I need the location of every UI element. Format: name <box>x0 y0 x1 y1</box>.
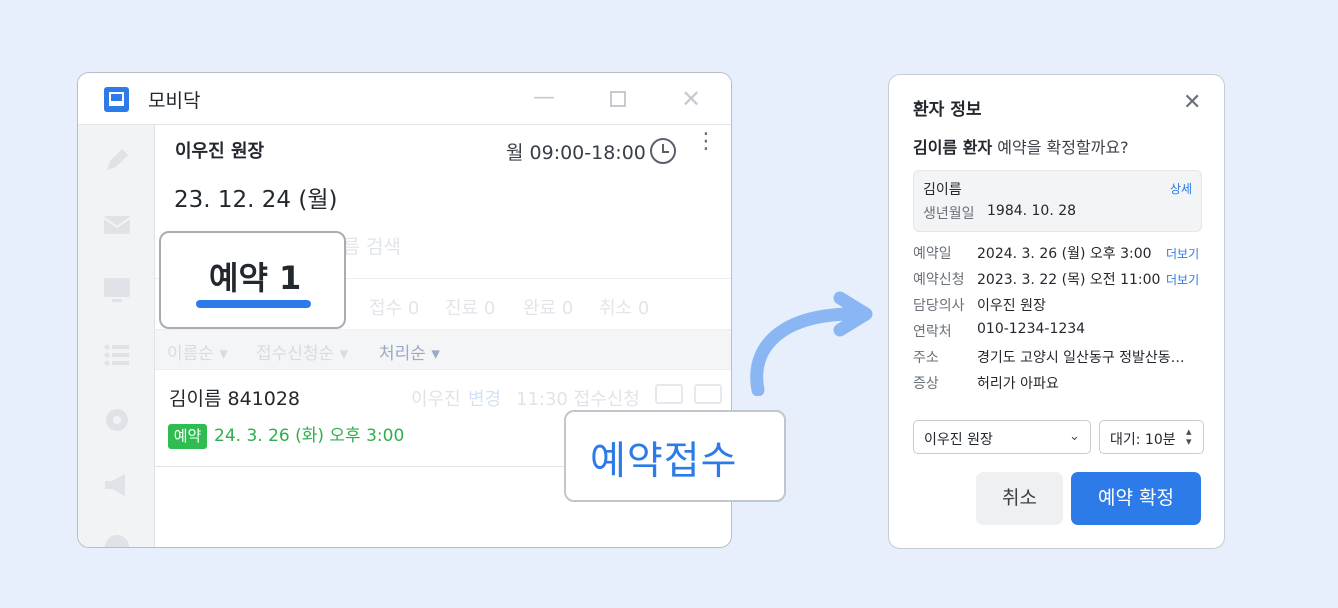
sort-process[interactable]: 처리순 ▾ <box>379 339 440 364</box>
detail-link[interactable]: 상세 <box>1170 180 1192 197</box>
current-date: 23. 12. 24 (월) <box>174 187 338 213</box>
reservation-count-label: 예약 1 <box>209 259 302 297</box>
birth-label: 생년월일 <box>923 206 975 222</box>
chat-icon[interactable] <box>100 530 134 548</box>
curved-arrow-icon <box>750 291 873 396</box>
tab-received[interactable]: 접수 0 <box>369 294 419 320</box>
confirm-reservation-button[interactable]: 예약 확정 <box>1071 472 1201 525</box>
more-link[interactable]: 더보기 <box>1166 245 1199 262</box>
field-value: 경기도 고양시 일산동구 정발산동… <box>977 350 1185 366</box>
accept-reservation-callout[interactable]: 예약접수 <box>564 410 786 502</box>
field-label: 예약일 <box>913 246 952 262</box>
minimize-icon[interactable]: — <box>533 87 555 109</box>
wait-time-select[interactable]: 대기: 10분 ▴ ▾ <box>1099 420 1204 454</box>
sort-bar: 이름순 ▾ 접수신청순 ▾ 처리순 ▾ <box>155 330 731 370</box>
patient-info-dialog: 환자 정보 ✕ 김이름 환자 예약을 확정할까요? 김이름 상세 생년월일 19… <box>888 74 1225 549</box>
field-label: 예약신청 <box>913 272 965 288</box>
field-label: 주소 <box>913 350 939 366</box>
tab-treatment[interactable]: 진료 0 <box>445 294 495 320</box>
field-value: 이우진 원장 <box>977 298 1046 314</box>
field-value: 허리가 아파요 <box>977 376 1059 392</box>
message-icon[interactable] <box>694 384 722 404</box>
sort-request[interactable]: 접수신청순 ▾ <box>256 339 348 364</box>
field-label: 연락처 <box>913 324 952 340</box>
app-logo-icon <box>104 87 129 112</box>
doctor-header: 이우진 원장 <box>175 141 265 162</box>
clock-icon[interactable] <box>650 138 676 164</box>
request-time: 11:30 접수신청 <box>516 389 640 410</box>
tab-cancelled[interactable]: 취소 0 <box>599 294 649 320</box>
dialog-close-icon[interactable]: ✕ <box>1183 92 1201 114</box>
list-icon[interactable] <box>100 338 134 372</box>
card-icon[interactable] <box>655 384 683 404</box>
close-icon[interactable]: ✕ <box>681 87 701 111</box>
pencil-icon[interactable] <box>100 143 134 177</box>
change-link[interactable]: 변경 <box>468 385 501 411</box>
field-value: 2023. 3. 22 (목) 오전 11:00 <box>977 272 1161 288</box>
reservation-date: 24. 3. 26 (화) 오후 3:00 <box>214 426 405 446</box>
monitor-icon[interactable] <box>100 273 134 307</box>
field-value: 2024. 3. 26 (월) 오후 3:00 <box>977 246 1152 262</box>
sidebar <box>78 125 155 548</box>
tab-completed[interactable]: 완료 0 <box>523 294 573 320</box>
gear-icon[interactable] <box>100 403 134 437</box>
field-label: 담당의사 <box>913 298 965 314</box>
patient-name: 김이름 841028 <box>169 388 301 410</box>
dialog-title: 환자 정보 <box>913 100 982 120</box>
more-link[interactable]: 더보기 <box>1166 271 1199 288</box>
field-label: 증상 <box>913 376 939 392</box>
mail-icon[interactable] <box>100 208 134 242</box>
app-title: 모비닥 <box>148 90 201 112</box>
doctor-select[interactable]: 이우진 원장 ⌄ <box>913 420 1091 454</box>
megaphone-icon[interactable] <box>100 468 134 502</box>
field-value: 010-1234-1234 <box>977 321 1086 337</box>
reservation-badge: 예약 <box>168 424 207 449</box>
chevron-down-icon: ⌄ <box>1069 429 1080 444</box>
confirm-question: 김이름 환자 예약을 확정할까요? <box>913 138 1129 157</box>
reservation-count-callout[interactable]: 예약 1 <box>159 231 346 329</box>
title-bar: 모비닥 — ✕ <box>78 73 731 125</box>
sort-name[interactable]: 이름순 ▾ <box>167 339 228 364</box>
row-doctor: 이우진 <box>411 389 461 410</box>
stepper-icon: ▴ ▾ <box>1186 425 1192 448</box>
cancel-button[interactable]: 취소 <box>976 472 1063 525</box>
maximize-icon[interactable] <box>610 91 626 107</box>
birth-value: 1984. 10. 28 <box>987 203 1077 219</box>
working-hours: 월 09:00-18:00 <box>506 142 646 164</box>
active-tab-indicator <box>196 300 311 308</box>
patient-card: 김이름 상세 생년월일 1984. 10. 28 <box>913 170 1202 232</box>
more-vertical-icon[interactable]: ⋮ <box>695 131 717 153</box>
card-patient-name: 김이름 <box>923 182 962 198</box>
accept-reservation-label: 예약접수 <box>590 439 738 484</box>
